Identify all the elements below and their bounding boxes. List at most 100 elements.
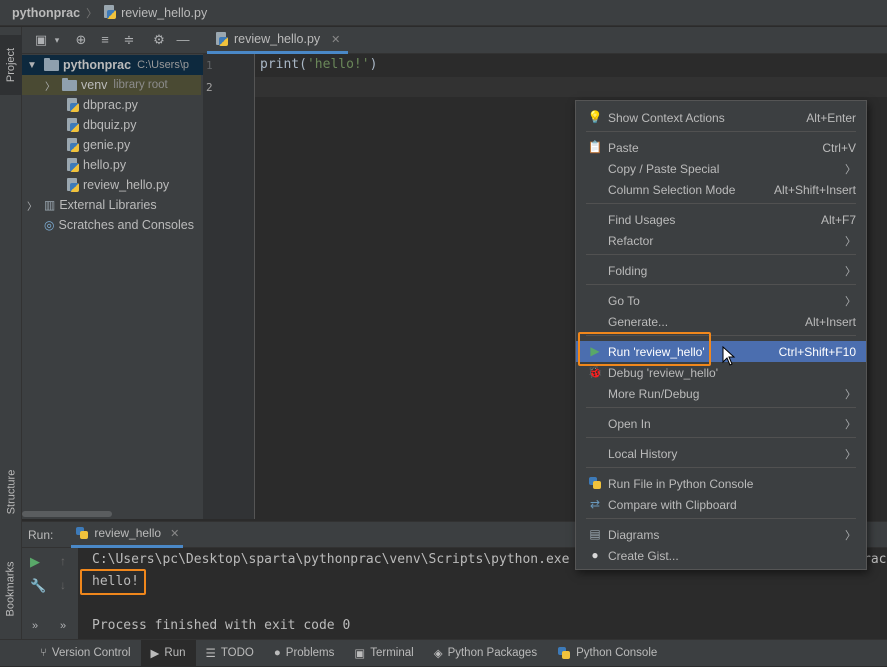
close-icon[interactable]: ✕ (331, 33, 340, 46)
menu-item-shortcut: Alt+Insert (804, 314, 856, 329)
menu-item-local-history[interactable]: Local History 〉 (576, 443, 866, 464)
tab-python-packages[interactable]: ◈ Python Packages (424, 640, 547, 667)
tree-item-file[interactable]: dbquiz.py (22, 115, 203, 135)
tab-label: TODO (220, 647, 254, 659)
current-line-highlight (255, 77, 887, 97)
chevron-right-icon: 〉 (845, 163, 856, 176)
python-icon (557, 646, 571, 660)
branch-icon: ⑂ (40, 647, 47, 659)
tree-item-path: C:\Users\p (137, 59, 190, 71)
mouse-cursor-icon (722, 346, 736, 366)
menu-separator (586, 518, 856, 519)
menu-item-label: Create Gist... (608, 548, 679, 563)
bookmarks-tool-tab-label: Bookmarks (5, 561, 17, 617)
menu-item-create-gist[interactable]: ● Create Gist... (576, 545, 866, 566)
tab-terminal[interactable]: ▣ Terminal (344, 640, 423, 667)
tab-python-console[interactable]: Python Console (547, 640, 667, 667)
chevron-right-icon: 〉 (845, 448, 856, 461)
editor-tab-review-hello[interactable]: review_hello.py ✕ (207, 27, 349, 54)
menu-item-paste[interactable]: 📋 Paste Ctrl+V (576, 137, 866, 158)
structure-tool-tab[interactable]: Structure (0, 457, 22, 527)
tree-item-label: External Libraries (59, 198, 157, 212)
menu-item-label: Refactor (608, 233, 654, 248)
up-arrow-icon[interactable]: ↑ (60, 554, 66, 568)
tab-run[interactable]: ▶ Run (140, 639, 196, 667)
tree-item-label: hello.py (83, 158, 127, 172)
menu-item-go-to[interactable]: Go To 〉 (576, 290, 866, 311)
bookmarks-tool-tab[interactable]: Bookmarks (0, 549, 22, 629)
menu-item-shortcut: Ctrl+Shift+F10 (778, 344, 856, 359)
more-icon[interactable]: » (60, 620, 66, 632)
collapse-all-icon[interactable]: ≑ (122, 33, 136, 47)
close-icon[interactable]: ✕ (170, 527, 179, 540)
code-line-1[interactable]: print('hello!') (260, 57, 377, 72)
menu-item-copy-paste-special[interactable]: Copy / Paste Special 〉 (576, 158, 866, 179)
chevron-right-icon[interactable]: 〉 (26, 198, 38, 213)
menu-item-folding[interactable]: Folding 〉 (576, 260, 866, 281)
python-icon (588, 476, 602, 490)
menu-item-refactor[interactable]: Refactor 〉 (576, 230, 866, 251)
menu-item-run-in-python-console[interactable]: Run File in Python Console (576, 473, 866, 494)
project-panel: ▣ ▾ ⊕ ≡ ≑ ⚙ — ▼ pythonprac C:\Users\p 〉 … (22, 27, 203, 519)
tab-todo[interactable]: ☰ TODO (196, 640, 264, 667)
tab-version-control[interactable]: ⑂ Version Control (30, 640, 141, 667)
run-tab-label: review_hello (94, 526, 162, 540)
menu-item-find-usages[interactable]: Find Usages Alt+F7 (576, 209, 866, 230)
breadcrumb-project[interactable]: pythonprac (12, 6, 80, 20)
chevron-down-icon[interactable]: ▾ (50, 33, 64, 47)
down-arrow-icon[interactable]: ↓ (60, 578, 66, 592)
code-string: 'hello!' (306, 57, 370, 72)
tab-problems[interactable]: ● Problems (264, 640, 345, 667)
tree-item-venv[interactable]: 〉 venv library root (22, 75, 201, 95)
breadcrumb-file[interactable]: review_hello.py (103, 5, 207, 20)
expand-all-icon[interactable]: ≡ (98, 33, 112, 47)
hide-icon[interactable]: — (176, 33, 190, 47)
chevron-right-icon[interactable]: 〉 (44, 78, 56, 93)
line-number: 2 (206, 81, 213, 94)
console-command: C:\Users\pc\Desktop\sparta\pythonprac\ve… (92, 552, 570, 567)
editor-tab-label: review_hello.py (234, 32, 321, 46)
run-tab-review-hello[interactable]: review_hello ✕ (71, 521, 184, 548)
menu-item-label: Debug 'review_hello' (608, 365, 718, 380)
horizontal-scrollbar[interactable] (22, 511, 112, 517)
wrench-icon[interactable]: 🔧 (30, 578, 46, 594)
title-bar: pythonprac 〉 review_hello.py (0, 0, 887, 26)
tab-label: Terminal (370, 647, 414, 659)
menu-item-generate[interactable]: Generate... Alt+Insert (576, 311, 866, 332)
menu-separator (586, 467, 856, 468)
tree-item-label: dbprac.py (83, 98, 138, 112)
tree-item-file[interactable]: genie.py (22, 135, 203, 155)
python-file-icon (66, 97, 80, 113)
tree-item-file[interactable]: review_hello.py (22, 175, 203, 195)
menu-item-label: Folding (608, 263, 648, 278)
menu-item-label: Column Selection Mode (608, 182, 736, 197)
tree-item-file[interactable]: dbprac.py (22, 95, 203, 115)
tree-item-file[interactable]: hello.py (22, 155, 203, 175)
run-icon: ▶ (150, 648, 160, 660)
menu-item-open-in[interactable]: Open In 〉 (576, 413, 866, 434)
chevron-right-icon: 〉 (845, 529, 856, 542)
library-icon: ▥ (44, 198, 56, 212)
tab-label: Python Packages (447, 647, 538, 659)
tree-item-label: review_hello.py (83, 178, 170, 192)
menu-item-column-selection-mode[interactable]: Column Selection Mode Alt+Shift+Insert (576, 179, 866, 200)
tree-item-external-libraries[interactable]: 〉 ▥ External Libraries (22, 195, 203, 215)
more-icon[interactable]: » (32, 620, 38, 632)
chevron-down-icon[interactable]: ▼ (26, 60, 38, 71)
menu-item-compare-with-clipboard[interactable]: ⇄ Compare with Clipboard (576, 494, 866, 515)
chevron-right-icon: 〉 (845, 418, 856, 431)
menu-item-diagrams[interactable]: ▤ Diagrams 〉 (576, 524, 866, 545)
locate-icon[interactable]: ⊕ (74, 33, 88, 47)
rerun-icon[interactable]: ▶ (30, 554, 40, 570)
gear-icon[interactable]: ⚙ (152, 33, 166, 47)
menu-item-more-run-debug[interactable]: More Run/Debug 〉 (576, 383, 866, 404)
project-view-icon[interactable]: ▣ (34, 33, 48, 47)
tree-item-scratches[interactable]: ◎ Scratches and Consoles (22, 215, 203, 235)
project-tool-tab[interactable]: Project (0, 35, 22, 95)
chevron-right-icon: 〉 (845, 388, 856, 401)
output-highlight-box (80, 569, 146, 595)
tree-item-pythonprac[interactable]: ▼ pythonprac C:\Users\p (22, 55, 203, 75)
menu-item-shortcut: Ctrl+V (822, 140, 856, 155)
menu-item-label: Local History (608, 446, 678, 461)
menu-item-show-context-actions[interactable]: 💡 Show Context Actions Alt+Enter (576, 107, 866, 128)
